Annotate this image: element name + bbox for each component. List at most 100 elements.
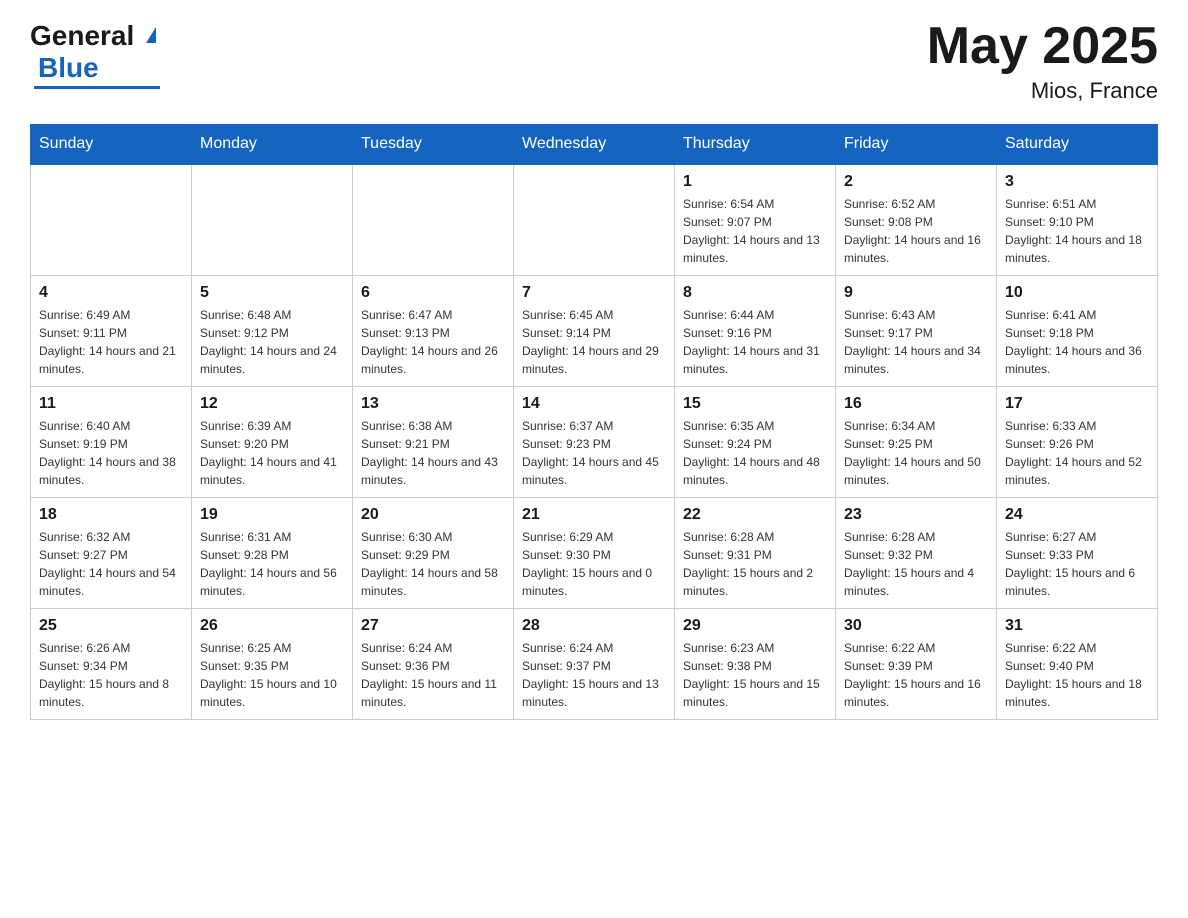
day-info: Sunrise: 6:49 AM Sunset: 9:11 PM Dayligh… — [39, 306, 183, 378]
calendar-cell: 20Sunrise: 6:30 AM Sunset: 9:29 PM Dayli… — [353, 498, 514, 609]
calendar-cell: 14 Sunrise: 6:37 AM Sunset: 9:23 PM Dayli… — [514, 387, 675, 498]
day-number: 6 — [361, 284, 505, 302]
day-number: 31 — [1005, 617, 1149, 635]
calendar-cell: 1 Sunrise: 6:54 AM Sunset: 9:07 PM Daylig… — [675, 164, 836, 276]
weekday-header-tuesday: Tuesday — [353, 125, 514, 165]
day-number: 23 — [844, 506, 988, 524]
day-number: 22 — [683, 506, 827, 524]
page-header: General Blue May 2025 Mios, France — [30, 20, 1158, 104]
day-info: Sunrise: 6:32 AM Sunset: 9:27 PM Dayligh… — [39, 528, 183, 600]
calendar-cell: 22Sunrise: 6:28 AM Sunset: 9:31 PM Dayli… — [675, 498, 836, 609]
day-info: Sunrise: 6:52 AM Sunset: 9:08 PM Dayligh… — [844, 195, 988, 267]
day-info: Sunrise: 6:22 AM Sunset: 9:39 PM Dayligh… — [844, 639, 988, 711]
day-number: 16 — [844, 395, 988, 413]
calendar-cell — [31, 164, 192, 276]
calendar-cell: 15 Sunrise: 6:35 AM Sunset: 9:24 PM Dayli… — [675, 387, 836, 498]
day-info: Sunrise: 6:23 AM Sunset: 9:38 PM Dayligh… — [683, 639, 827, 711]
day-info: Sunrise: 6:29 AM Sunset: 9:30 PM Dayligh… — [522, 528, 666, 600]
calendar-week-row: 18 Sunrise: 6:32 AM Sunset: 9:27 PM Dayli… — [31, 498, 1158, 609]
calendar-cell: 8Sunrise: 6:44 AM Sunset: 9:16 PM Daylig… — [675, 276, 836, 387]
logo-general-text: General — [30, 20, 134, 52]
day-info: Sunrise: 6:38 AM Sunset: 9:21 PM Dayligh… — [361, 417, 505, 489]
calendar-cell: 21 Sunrise: 6:29 AM Sunset: 9:30 PM Dayli… — [514, 498, 675, 609]
day-info: Sunrise: 6:26 AM Sunset: 9:34 PM Dayligh… — [39, 639, 183, 711]
day-number: 18 — [39, 506, 183, 524]
calendar-cell: 3 Sunrise: 6:51 AM Sunset: 9:10 PM Daylig… — [997, 164, 1158, 276]
calendar-cell: 26 Sunrise: 6:25 AM Sunset: 9:35 PM Dayli… — [192, 609, 353, 720]
logo-underline — [34, 86, 160, 89]
day-info: Sunrise: 6:48 AM Sunset: 9:12 PM Dayligh… — [200, 306, 344, 378]
logo-blue-text: Blue — [38, 52, 99, 84]
location: Mios, France — [927, 78, 1158, 104]
calendar-cell: 5Sunrise: 6:48 AM Sunset: 9:12 PM Daylig… — [192, 276, 353, 387]
calendar-week-row: 25 Sunrise: 6:26 AM Sunset: 9:34 PM Dayli… — [31, 609, 1158, 720]
day-info: Sunrise: 6:41 AM Sunset: 9:18 PM Dayligh… — [1005, 306, 1149, 378]
calendar-cell: 7 Sunrise: 6:45 AM Sunset: 9:14 PM Daylig… — [514, 276, 675, 387]
weekday-header-saturday: Saturday — [997, 125, 1158, 165]
day-number: 11 — [39, 395, 183, 413]
calendar-cell: 6 Sunrise: 6:47 AM Sunset: 9:13 PM Daylig… — [353, 276, 514, 387]
calendar-cell: 25 Sunrise: 6:26 AM Sunset: 9:34 PM Dayli… — [31, 609, 192, 720]
day-info: Sunrise: 6:51 AM Sunset: 9:10 PM Dayligh… — [1005, 195, 1149, 267]
day-number: 19 — [200, 506, 344, 524]
calendar-cell: 13 Sunrise: 6:38 AM Sunset: 9:21 PM Dayli… — [353, 387, 514, 498]
day-info: Sunrise: 6:28 AM Sunset: 9:32 PM Dayligh… — [844, 528, 988, 600]
day-number: 30 — [844, 617, 988, 635]
calendar-cell: 4Sunrise: 6:49 AM Sunset: 9:11 PM Daylig… — [31, 276, 192, 387]
calendar-cell: 9Sunrise: 6:43 AM Sunset: 9:17 PM Daylig… — [836, 276, 997, 387]
day-number: 2 — [844, 173, 988, 191]
calendar-cell — [514, 164, 675, 276]
day-info: Sunrise: 6:24 AM Sunset: 9:36 PM Dayligh… — [361, 639, 505, 711]
calendar-cell: 16 Sunrise: 6:34 AM Sunset: 9:25 PM Dayli… — [836, 387, 997, 498]
day-info: Sunrise: 6:25 AM Sunset: 9:35 PM Dayligh… — [200, 639, 344, 711]
day-number: 29 — [683, 617, 827, 635]
day-number: 21 — [522, 506, 666, 524]
weekday-header-wednesday: Wednesday — [514, 125, 675, 165]
day-info: Sunrise: 6:45 AM Sunset: 9:14 PM Dayligh… — [522, 306, 666, 378]
calendar-cell: 2 Sunrise: 6:52 AM Sunset: 9:08 PM Daylig… — [836, 164, 997, 276]
day-info: Sunrise: 6:47 AM Sunset: 9:13 PM Dayligh… — [361, 306, 505, 378]
day-number: 3 — [1005, 173, 1149, 191]
title-block: May 2025 Mios, France — [927, 20, 1158, 104]
calendar-week-row: 4Sunrise: 6:49 AM Sunset: 9:11 PM Daylig… — [31, 276, 1158, 387]
calendar-cell — [353, 164, 514, 276]
calendar-cell: 19Sunrise: 6:31 AM Sunset: 9:28 PM Dayli… — [192, 498, 353, 609]
day-info: Sunrise: 6:44 AM Sunset: 9:16 PM Dayligh… — [683, 306, 827, 378]
weekday-header-thursday: Thursday — [675, 125, 836, 165]
day-number: 7 — [522, 284, 666, 302]
day-number: 26 — [200, 617, 344, 635]
logo-triangle-icon — [136, 27, 156, 43]
day-info: Sunrise: 6:30 AM Sunset: 9:29 PM Dayligh… — [361, 528, 505, 600]
month-title: May 2025 — [927, 20, 1158, 72]
weekday-header-monday: Monday — [192, 125, 353, 165]
calendar-cell — [192, 164, 353, 276]
day-info: Sunrise: 6:40 AM Sunset: 9:19 PM Dayligh… — [39, 417, 183, 489]
day-info: Sunrise: 6:34 AM Sunset: 9:25 PM Dayligh… — [844, 417, 988, 489]
day-number: 13 — [361, 395, 505, 413]
day-info: Sunrise: 6:54 AM Sunset: 9:07 PM Dayligh… — [683, 195, 827, 267]
day-info: Sunrise: 6:27 AM Sunset: 9:33 PM Dayligh… — [1005, 528, 1149, 600]
calendar-cell: 18 Sunrise: 6:32 AM Sunset: 9:27 PM Dayli… — [31, 498, 192, 609]
calendar-week-row: 11 Sunrise: 6:40 AM Sunset: 9:19 PM Dayli… — [31, 387, 1158, 498]
calendar-cell: 24Sunrise: 6:27 AM Sunset: 9:33 PM Dayli… — [997, 498, 1158, 609]
calendar-cell: 11 Sunrise: 6:40 AM Sunset: 9:19 PM Dayli… — [31, 387, 192, 498]
calendar-cell: 28 Sunrise: 6:24 AM Sunset: 9:37 PM Dayli… — [514, 609, 675, 720]
calendar-header-row: SundayMondayTuesdayWednesdayThursdayFrid… — [31, 125, 1158, 165]
day-info: Sunrise: 6:24 AM Sunset: 9:37 PM Dayligh… — [522, 639, 666, 711]
logo: General Blue — [30, 20, 156, 89]
day-info: Sunrise: 6:43 AM Sunset: 9:17 PM Dayligh… — [844, 306, 988, 378]
calendar-cell: 31 Sunrise: 6:22 AM Sunset: 9:40 PM Dayli… — [997, 609, 1158, 720]
day-number: 14 — [522, 395, 666, 413]
day-number: 12 — [200, 395, 344, 413]
day-number: 25 — [39, 617, 183, 635]
calendar-week-row: 1 Sunrise: 6:54 AM Sunset: 9:07 PM Daylig… — [31, 164, 1158, 276]
day-number: 1 — [683, 173, 827, 191]
day-info: Sunrise: 6:22 AM Sunset: 9:40 PM Dayligh… — [1005, 639, 1149, 711]
day-info: Sunrise: 6:37 AM Sunset: 9:23 PM Dayligh… — [522, 417, 666, 489]
day-info: Sunrise: 6:35 AM Sunset: 9:24 PM Dayligh… — [683, 417, 827, 489]
calendar-table: SundayMondayTuesdayWednesdayThursdayFrid… — [30, 124, 1158, 720]
day-info: Sunrise: 6:39 AM Sunset: 9:20 PM Dayligh… — [200, 417, 344, 489]
day-number: 10 — [1005, 284, 1149, 302]
day-number: 15 — [683, 395, 827, 413]
day-number: 28 — [522, 617, 666, 635]
